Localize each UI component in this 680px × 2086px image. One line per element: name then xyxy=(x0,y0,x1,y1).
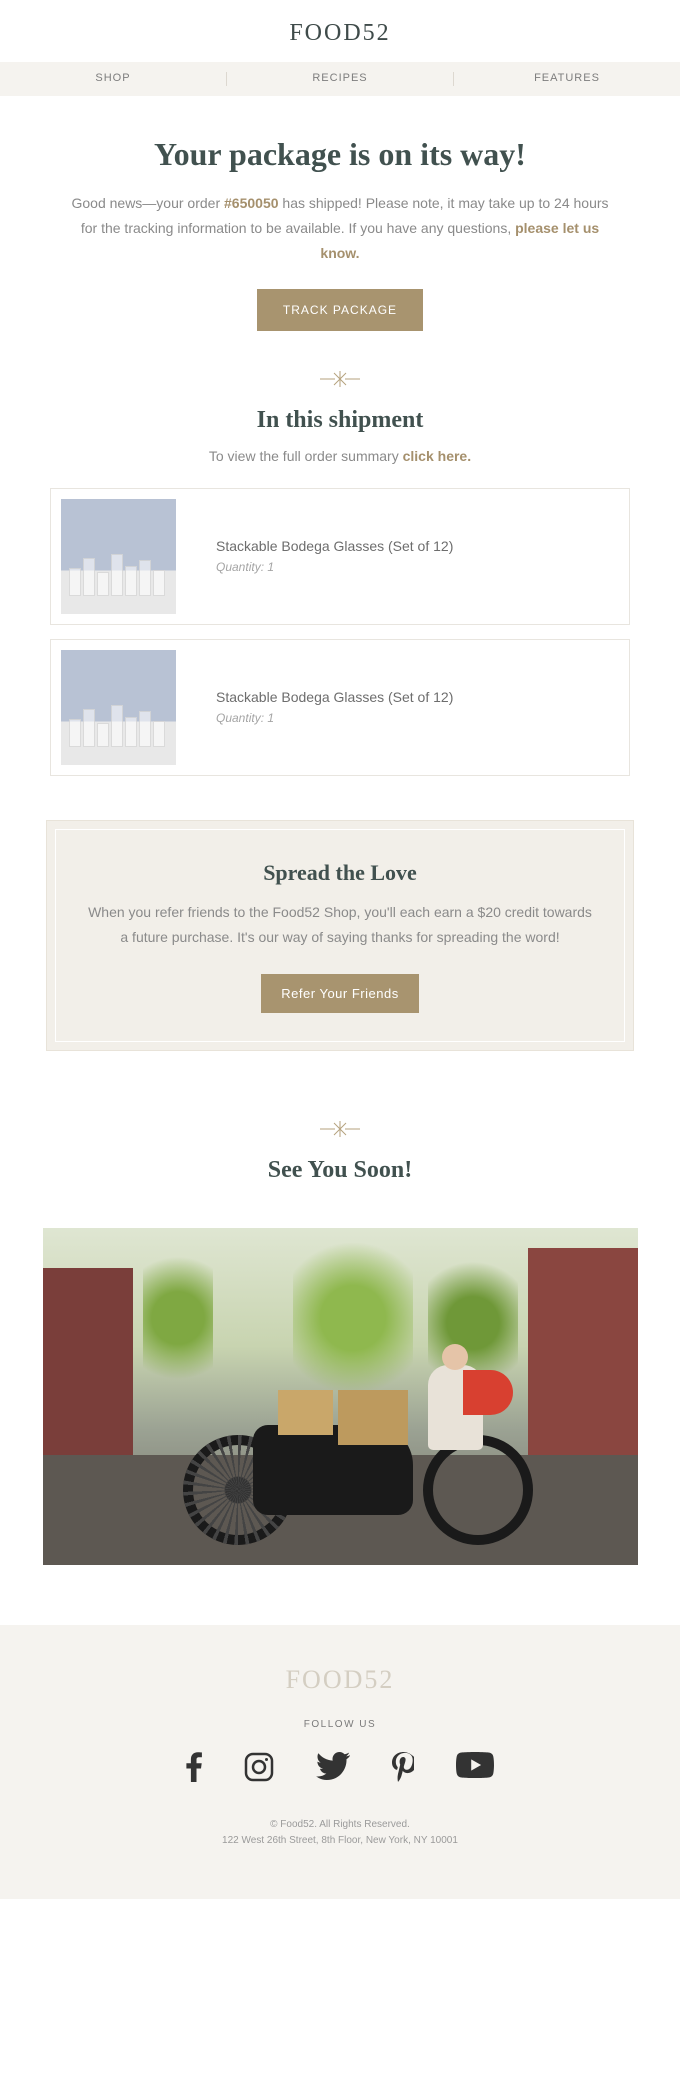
nav-features[interactable]: FEATURES xyxy=(454,72,680,86)
referral-box: Spread the Love When you refer friends t… xyxy=(46,820,634,1051)
hero-section: Your package is on its way! Good news—yo… xyxy=(0,96,680,464)
facebook-icon[interactable] xyxy=(186,1752,202,1787)
see-you-soon-section: See You Soon! xyxy=(0,1091,680,1228)
text-pre: Good news—your order xyxy=(71,195,224,211)
referral-title: Spread the Love xyxy=(84,860,596,886)
footer: FOOD52 FOLLOW US © Food52. All Rights Re… xyxy=(0,1625,680,1899)
product-image xyxy=(61,650,176,765)
see-you-soon-title: See You Soon! xyxy=(0,1157,680,1184)
brand-logo[interactable]: FOOD52 xyxy=(0,20,680,47)
list-item: Stackable Bodega Glasses (Set of 12) Qua… xyxy=(50,488,630,625)
header: FOOD52 xyxy=(0,0,680,62)
list-item: Stackable Bodega Glasses (Set of 12) Qua… xyxy=(50,639,630,776)
order-summary-link[interactable]: click here. xyxy=(403,448,472,464)
product-name: Stackable Bodega Glasses (Set of 12) xyxy=(216,689,453,705)
delivery-hero-image xyxy=(43,1228,638,1565)
main-nav: SHOP RECIPES FEATURES xyxy=(0,62,680,96)
social-icons xyxy=(0,1752,680,1787)
order-number: #650050 xyxy=(224,195,279,211)
page-title: Your package is on its way! xyxy=(50,136,630,173)
item-info: Stackable Bodega Glasses (Set of 12) Qua… xyxy=(176,538,453,574)
nav-recipes[interactable]: RECIPES xyxy=(227,72,453,86)
twitter-icon[interactable] xyxy=(316,1752,350,1787)
items-list: Stackable Bodega Glasses (Set of 12) Qua… xyxy=(0,488,680,820)
product-quantity: Quantity: 1 xyxy=(216,711,453,725)
instagram-icon[interactable] xyxy=(244,1752,274,1787)
divider-star-icon xyxy=(320,1119,360,1139)
product-image xyxy=(61,499,176,614)
follow-us-label: FOLLOW US xyxy=(0,1719,680,1730)
divider-star-icon xyxy=(320,369,360,389)
order-summary-text: To view the full order summary click her… xyxy=(50,448,630,464)
summary-pre: To view the full order summary xyxy=(209,448,403,464)
item-info: Stackable Bodega Glasses (Set of 12) Qua… xyxy=(176,689,453,725)
footer-logo[interactable]: FOOD52 xyxy=(0,1665,680,1695)
referral-inner: Spread the Love When you refer friends t… xyxy=(55,829,625,1042)
refer-friends-button[interactable]: Refer Your Friends xyxy=(261,974,418,1013)
pinterest-icon[interactable] xyxy=(392,1752,414,1787)
track-package-button[interactable]: TRACK PACKAGE xyxy=(257,289,423,331)
copyright-text: © Food52. All Rights Reserved. 122 West … xyxy=(0,1817,680,1849)
product-name: Stackable Bodega Glasses (Set of 12) xyxy=(216,538,453,554)
referral-text: When you refer friends to the Food52 Sho… xyxy=(84,900,596,950)
shipment-title: In this shipment xyxy=(50,407,630,434)
copyright-line: © Food52. All Rights Reserved. xyxy=(0,1817,680,1833)
youtube-icon[interactable] xyxy=(456,1752,494,1787)
shipping-message: Good news—your order #650050 has shipped… xyxy=(50,191,630,267)
nav-shop[interactable]: SHOP xyxy=(0,72,226,86)
product-quantity: Quantity: 1 xyxy=(216,560,453,574)
address-line: 122 West 26th Street, 8th Floor, New Yor… xyxy=(0,1833,680,1849)
